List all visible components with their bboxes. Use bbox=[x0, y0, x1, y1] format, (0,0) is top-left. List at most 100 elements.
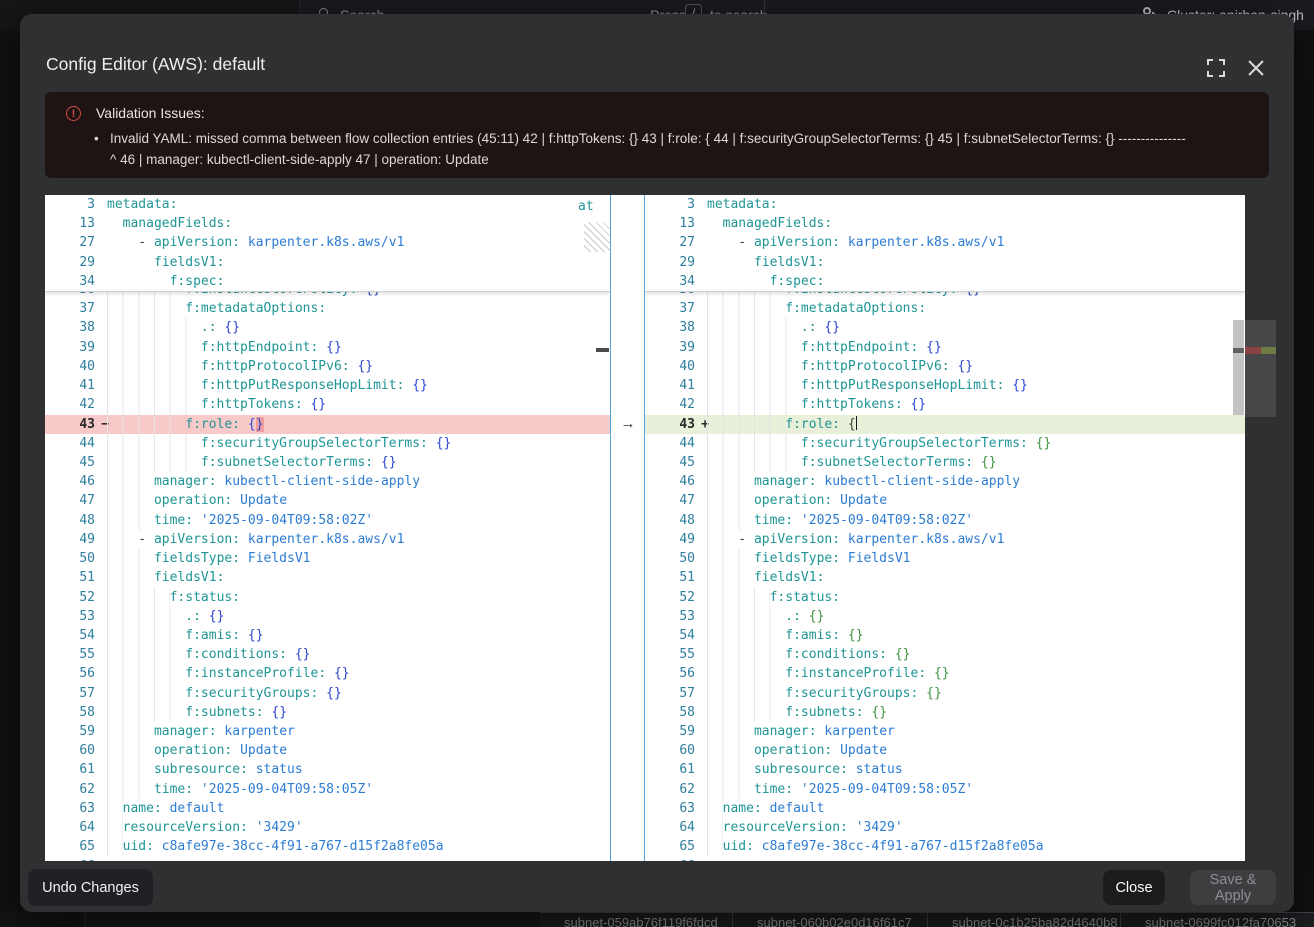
line-number[interactable]: 40 bbox=[45, 357, 95, 376]
line-number[interactable]: 54 bbox=[45, 626, 95, 645]
code-line-57[interactable]: 57f:securityGroups: {} bbox=[45, 684, 610, 703]
code-line-39[interactable]: 39f:httpEndpoint: {} bbox=[45, 338, 610, 357]
code-line-64[interactable]: 64resourceVersion: '3429' bbox=[645, 818, 1245, 837]
line-number[interactable]: 38 bbox=[45, 318, 95, 337]
scrollbar-slider[interactable] bbox=[1233, 320, 1244, 415]
line-number[interactable]: 58 bbox=[45, 703, 95, 722]
undo-changes-button[interactable]: Undo Changes bbox=[28, 869, 153, 906]
line-number[interactable]: 52 bbox=[45, 588, 95, 607]
code-line-62[interactable]: 62time: '2025-09-04T09:58:05Z' bbox=[645, 780, 1245, 799]
line-number[interactable]: 66 bbox=[645, 857, 695, 861]
sticky-line-13[interactable]: 13managedFields: bbox=[45, 214, 610, 233]
code-line-59[interactable]: 59manager: karpenter bbox=[45, 722, 610, 741]
line-number[interactable]: 65 bbox=[645, 837, 695, 856]
sticky-line-29[interactable]: 29fieldsV1: bbox=[45, 253, 610, 272]
code-line-37[interactable]: 37f:metadataOptions: bbox=[645, 299, 1245, 318]
code-line-64[interactable]: 64resourceVersion: '3429' bbox=[45, 818, 610, 837]
code-line-48[interactable]: 48time: '2025-09-04T09:58:02Z' bbox=[45, 511, 610, 530]
code-line-59[interactable]: 59manager: karpenter bbox=[645, 722, 1245, 741]
line-number[interactable]: 60 bbox=[45, 741, 95, 760]
code-line-56[interactable]: 56f:instanceProfile: {} bbox=[45, 664, 610, 683]
sticky-line-13[interactable]: 13managedFields: bbox=[645, 214, 1245, 233]
fullscreen-button[interactable] bbox=[1206, 57, 1228, 79]
sticky-line-27[interactable]: 27- apiVersion: karpenter.k8s.aws/v1 bbox=[45, 233, 610, 252]
sticky-line-34[interactable]: 34f:spec: bbox=[645, 272, 1245, 291]
line-number[interactable]: 47 bbox=[645, 491, 695, 510]
line-number[interactable]: 41 bbox=[645, 376, 695, 395]
code-line-55[interactable]: 55f:conditions: {} bbox=[645, 645, 1245, 664]
line-number[interactable]: 60 bbox=[645, 741, 695, 760]
revert-change-arrow-button[interactable]: → bbox=[615, 414, 641, 433]
line-number[interactable]: 57 bbox=[645, 684, 695, 703]
code-line-43[interactable]: 43−f:role: {} bbox=[45, 415, 610, 434]
line-number[interactable]: 45 bbox=[645, 453, 695, 472]
line-number[interactable]: 51 bbox=[645, 568, 695, 587]
line-number[interactable]: 48 bbox=[45, 511, 95, 530]
line-number[interactable]: 49 bbox=[45, 530, 95, 549]
code-line-38[interactable]: 38.: {} bbox=[45, 318, 610, 337]
sticky-line-3[interactable]: 3metadata: bbox=[45, 195, 610, 214]
line-number[interactable]: 64 bbox=[645, 818, 695, 837]
line-number[interactable]: 34 bbox=[45, 272, 95, 291]
line-number[interactable]: 61 bbox=[645, 760, 695, 779]
code-line-41[interactable]: 41f:httpPutResponseHopLimit: {} bbox=[645, 376, 1245, 395]
code-line-40[interactable]: 40f:httpProtocolIPv6: {} bbox=[645, 357, 1245, 376]
line-number[interactable]: 41 bbox=[45, 376, 95, 395]
line-number[interactable]: 27 bbox=[45, 233, 95, 252]
line-number[interactable]: 62 bbox=[645, 780, 695, 799]
line-number[interactable]: 53 bbox=[645, 607, 695, 626]
line-number[interactable]: 59 bbox=[45, 722, 95, 741]
line-number[interactable]: 49 bbox=[645, 530, 695, 549]
code-line-57[interactable]: 57f:securityGroups: {} bbox=[645, 684, 1245, 703]
close-button[interactable]: Close bbox=[1103, 870, 1165, 905]
line-number[interactable]: 66 bbox=[45, 857, 95, 861]
code-line-60[interactable]: 60operation: Update bbox=[645, 741, 1245, 760]
code-line-37[interactable]: 37f:metadataOptions: bbox=[45, 299, 610, 318]
code-line-56[interactable]: 56f:instanceProfile: {} bbox=[645, 664, 1245, 683]
modified-editor-pane[interactable]: 36f:instanceStorePolicy: {}37f:metadataO… bbox=[645, 195, 1245, 861]
line-number[interactable]: 51 bbox=[45, 568, 95, 587]
save-apply-button[interactable]: Save & Apply bbox=[1190, 870, 1276, 905]
line-number[interactable]: 38 bbox=[645, 318, 695, 337]
sticky-line-29[interactable]: 29fieldsV1: bbox=[645, 253, 1245, 272]
code-line-65[interactable]: 65uid: c8afe97e-38cc-4f91-a767-d15f2a8fe… bbox=[645, 837, 1245, 856]
line-number[interactable]: 43+ bbox=[645, 415, 695, 434]
line-number[interactable]: 46 bbox=[45, 472, 95, 491]
code-line-48[interactable]: 48time: '2025-09-04T09:58:02Z' bbox=[645, 511, 1245, 530]
code-line-50[interactable]: 50fieldsType: FieldsV1 bbox=[645, 549, 1245, 568]
code-line-50[interactable]: 50fieldsType: FieldsV1 bbox=[45, 549, 610, 568]
line-number[interactable]: 27 bbox=[645, 233, 695, 252]
line-number[interactable]: 44 bbox=[45, 434, 95, 453]
code-line-47[interactable]: 47operation: Update bbox=[45, 491, 610, 510]
code-line-45[interactable]: 45f:subnetSelectorTerms: {} bbox=[45, 453, 610, 472]
code-line-45[interactable]: 45f:subnetSelectorTerms: {} bbox=[645, 453, 1245, 472]
line-number[interactable]: 39 bbox=[45, 338, 95, 357]
line-number[interactable]: 62 bbox=[45, 780, 95, 799]
line-number[interactable]: 52 bbox=[645, 588, 695, 607]
code-line-51[interactable]: 51fieldsV1: bbox=[645, 568, 1245, 587]
line-number[interactable]: 53 bbox=[45, 607, 95, 626]
line-number[interactable]: 3 bbox=[45, 195, 95, 214]
line-number[interactable]: 50 bbox=[45, 549, 95, 568]
code-line-46[interactable]: 46manager: kubectl-client-side-apply bbox=[45, 472, 610, 491]
line-number[interactable]: 37 bbox=[45, 299, 95, 318]
line-number[interactable]: 29 bbox=[45, 253, 95, 272]
code-line-49[interactable]: 49- apiVersion: karpenter.k8s.aws/v1 bbox=[645, 530, 1245, 549]
line-number[interactable]: 42 bbox=[645, 395, 695, 414]
code-line-52[interactable]: 52f:status: bbox=[45, 588, 610, 607]
code-line-53[interactable]: 53.: {} bbox=[45, 607, 610, 626]
line-number[interactable]: 61 bbox=[45, 760, 95, 779]
line-number[interactable]: 54 bbox=[645, 626, 695, 645]
code-line-63[interactable]: 63name: default bbox=[645, 799, 1245, 818]
code-line-44[interactable]: 44f:securityGroupSelectorTerms: {} bbox=[645, 434, 1245, 453]
code-line-66[interactable]: 66spec: bbox=[645, 857, 1245, 861]
line-number[interactable]: 37 bbox=[645, 299, 695, 318]
code-line-58[interactable]: 58f:subnets: {} bbox=[645, 703, 1245, 722]
code-line-47[interactable]: 47operation: Update bbox=[645, 491, 1245, 510]
line-number[interactable]: 3 bbox=[645, 195, 695, 214]
line-number[interactable]: 56 bbox=[45, 664, 95, 683]
line-number[interactable]: 59 bbox=[645, 722, 695, 741]
line-number[interactable]: 57 bbox=[45, 684, 95, 703]
line-number[interactable]: 55 bbox=[45, 645, 95, 664]
code-line-42[interactable]: 42f:httpTokens: {} bbox=[645, 395, 1245, 414]
